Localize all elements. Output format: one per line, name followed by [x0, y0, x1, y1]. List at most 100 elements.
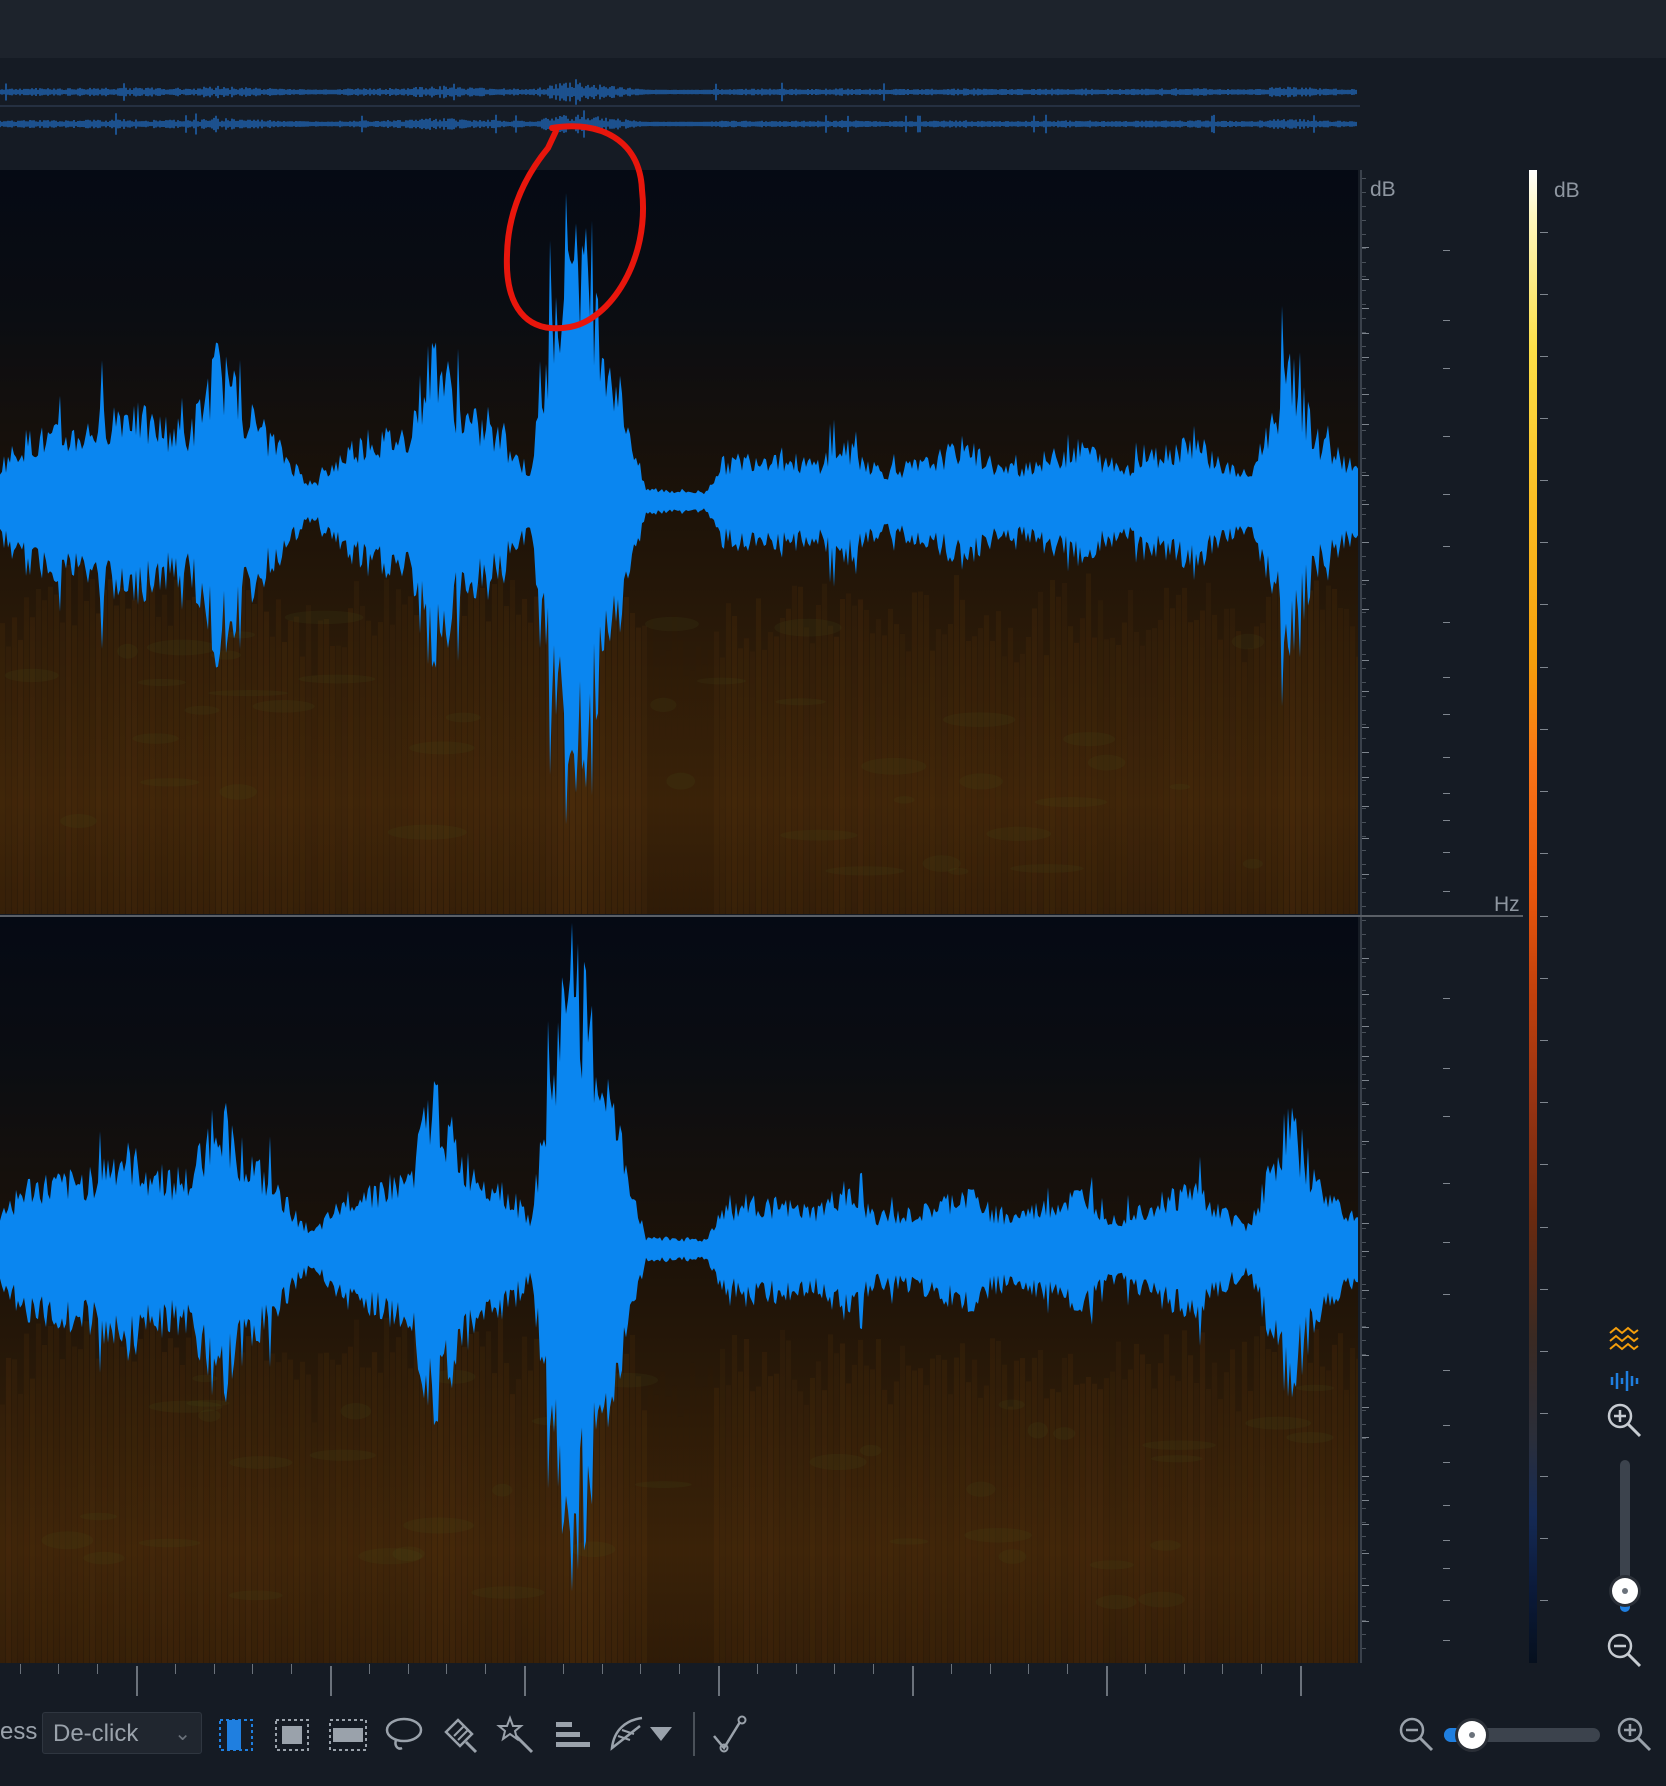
ch1-freq-tick — [1443, 436, 1450, 437]
ch2-minor-tick — [1362, 1060, 1366, 1061]
colorbar-tick — [1540, 1164, 1548, 1165]
colorbar-tick — [1540, 1476, 1548, 1477]
ch1-amp-tick — [1362, 424, 1369, 425]
ch2-minor-tick — [1362, 934, 1366, 935]
ch2-minor-tick — [1362, 1032, 1366, 1033]
ch1-freq-tick — [1443, 250, 1450, 251]
channel-right[interactable] — [0, 917, 1358, 1663]
ch2-minor-tick — [1362, 1368, 1366, 1369]
vertical-zoom-out[interactable] — [1604, 1630, 1644, 1670]
ch1-minor-tick — [1362, 290, 1366, 291]
ch2-amp-tick — [1362, 1355, 1369, 1356]
magic-wand-tool[interactable] — [494, 1712, 538, 1756]
ch1-minor-tick — [1362, 836, 1366, 837]
ch1-freq-tick — [1443, 852, 1450, 853]
instant-process-icon — [713, 1715, 747, 1753]
channel-right-display — [0, 917, 1358, 1663]
colorbar-tick — [1540, 1289, 1548, 1290]
ch2-minor-tick — [1362, 1438, 1366, 1439]
ch1-amp-tick — [1362, 806, 1369, 807]
ch2-minor-tick — [1362, 1536, 1366, 1537]
ch2-amp-tick — [1362, 1141, 1369, 1142]
ch2-minor-tick — [1362, 1424, 1366, 1425]
time-minor-tick — [757, 1664, 758, 1674]
magic-wand-icon — [496, 1715, 534, 1754]
rect-selection-icon — [275, 1719, 309, 1751]
lasso-icon — [385, 1717, 423, 1750]
ch1-minor-tick — [1362, 738, 1366, 739]
ch1-minor-tick — [1362, 374, 1366, 375]
colorbar-tick — [1540, 232, 1548, 233]
ch1-minor-tick — [1362, 794, 1366, 795]
ch1-minor-tick — [1362, 528, 1366, 529]
time-minor-tick — [1184, 1664, 1185, 1674]
colorbar-gradient — [1529, 170, 1537, 1663]
ch1-minor-tick — [1362, 878, 1366, 879]
ch2-minor-tick — [1362, 948, 1366, 949]
time-ruler[interactable] — [0, 1663, 1360, 1703]
spectrogram-mode-button[interactable] — [1604, 1320, 1644, 1360]
waveform-overview[interactable] — [0, 58, 1360, 168]
ch1-minor-tick — [1362, 766, 1366, 767]
ch1-amp-tick — [1362, 333, 1369, 334]
harmonic-selection-tool[interactable] — [550, 1712, 594, 1756]
ch2-freq-tick — [1443, 1068, 1450, 1069]
brush-tool[interactable] — [438, 1712, 482, 1756]
instant-process-tool[interactable] — [708, 1712, 752, 1756]
ch2-freq-tick — [1443, 1640, 1450, 1641]
ch2-minor-tick — [1362, 1494, 1366, 1495]
ch2-minor-tick — [1362, 1270, 1366, 1271]
ch2-minor-tick — [1362, 1298, 1366, 1299]
time-minor-tick — [1145, 1664, 1146, 1674]
ch1-minor-tick — [1362, 570, 1366, 571]
ch2-minor-tick — [1362, 1592, 1366, 1593]
ch1-minor-tick — [1362, 892, 1366, 893]
ch1-minor-tick — [1362, 612, 1366, 613]
channel-left[interactable] — [0, 170, 1358, 914]
time-minor-tick — [97, 1664, 98, 1674]
ch1-minor-tick — [1362, 724, 1366, 725]
ch2-freq-tick — [1443, 998, 1450, 999]
vertical-zoom-knob[interactable] — [1612, 1578, 1638, 1604]
ch2-freq-tick — [1443, 1294, 1450, 1295]
channel-left-display — [0, 170, 1358, 914]
tool-dropdown[interactable] — [646, 1712, 676, 1756]
ch1-minor-tick — [1362, 710, 1366, 711]
ch2-minor-tick — [1362, 976, 1366, 977]
ch2-freq-tick — [1443, 1505, 1450, 1506]
vertical-zoom-in[interactable] — [1604, 1400, 1644, 1440]
ch2-amp-tick — [1362, 1056, 1369, 1057]
horizontal-zoom-knob[interactable] — [1458, 1721, 1486, 1749]
ch1-minor-tick — [1362, 360, 1366, 361]
module-select[interactable]: De-click ⌄ — [42, 1712, 202, 1754]
ch1-freq-tick — [1443, 622, 1450, 623]
time-major-tick — [524, 1666, 526, 1696]
ch1-amp-tick — [1362, 308, 1369, 309]
ch1-minor-tick — [1362, 598, 1366, 599]
time-major-tick — [1106, 1666, 1108, 1696]
rect-selection-tool[interactable] — [270, 1712, 314, 1756]
ch2-minor-tick — [1362, 1312, 1366, 1313]
horizontal-zoom-in[interactable] — [1612, 1712, 1656, 1756]
ch1-minor-tick — [1362, 654, 1366, 655]
ch1-minor-tick — [1362, 388, 1366, 389]
toolbar-separator — [693, 1712, 695, 1756]
ch2-minor-tick — [1362, 1550, 1366, 1551]
time-selection-tool[interactable] — [214, 1712, 258, 1756]
ch1-minor-tick — [1362, 206, 1366, 207]
ch1-minor-tick — [1362, 500, 1366, 501]
feather-tool[interactable] — [604, 1712, 648, 1756]
waveform-mode-button[interactable] — [1604, 1360, 1644, 1400]
ch2-amp-tick — [1362, 1524, 1369, 1525]
ch2-minor-tick — [1362, 1382, 1366, 1383]
ch2-minor-tick — [1362, 1144, 1366, 1145]
lasso-tool[interactable] — [382, 1712, 426, 1756]
ch1-freq-tick — [1443, 320, 1450, 321]
colorbar-tick — [1540, 1538, 1548, 1539]
ch1-minor-tick — [1362, 780, 1366, 781]
freq-selection-tool[interactable] — [326, 1712, 370, 1756]
ch1-minor-tick — [1362, 486, 1366, 487]
ch2-minor-tick — [1362, 1074, 1366, 1075]
ch2-minor-tick — [1362, 1158, 1366, 1159]
horizontal-zoom-out[interactable] — [1394, 1712, 1438, 1756]
